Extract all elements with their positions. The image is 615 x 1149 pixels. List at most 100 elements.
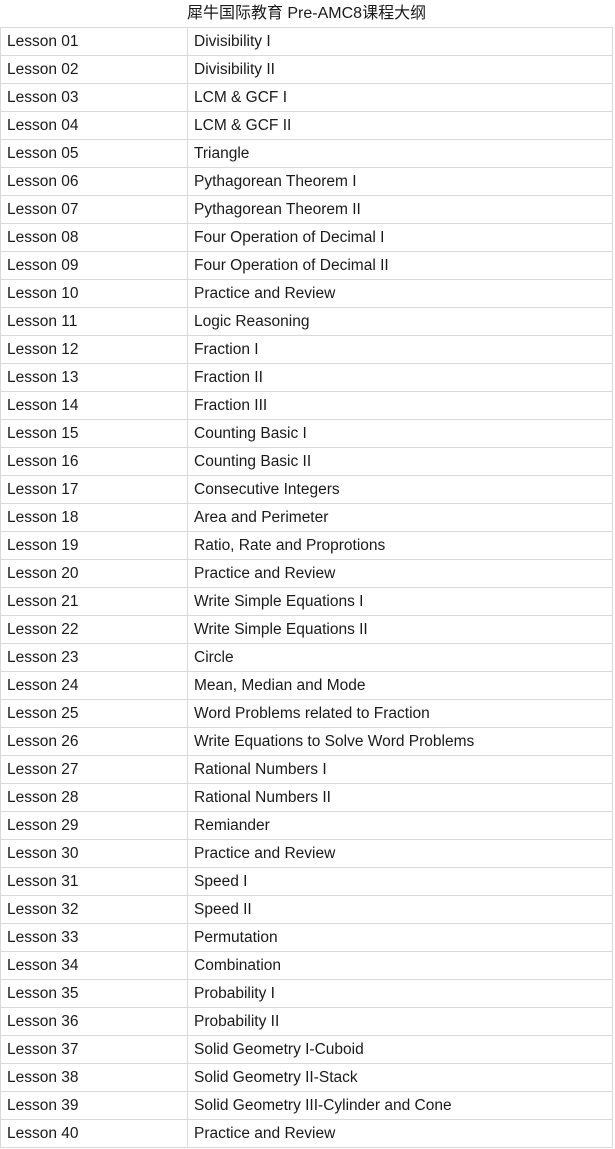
- table-row: Lesson 34 Combination: [0, 951, 614, 980]
- table-row: Lesson 30 Practice and Review: [0, 839, 614, 868]
- table-row: Lesson 12 Fraction I: [0, 335, 614, 364]
- table-row: Lesson 15 Counting Basic I: [0, 419, 614, 448]
- lesson-topic-cell: Counting Basic I: [186, 419, 614, 448]
- lesson-number-cell: Lesson 35: [0, 979, 188, 1008]
- lesson-topic-cell: LCM & GCF I: [186, 83, 614, 112]
- lesson-topic-cell: Rational Numbers I: [186, 755, 614, 784]
- table-row: Lesson 28 Rational Numbers II: [0, 783, 614, 812]
- lesson-topic-cell: Solid Geometry III-Cylinder and Cone: [186, 1091, 614, 1120]
- lesson-number-cell: Lesson 36: [0, 1007, 188, 1036]
- table-row: Lesson 02 Divisibility II: [0, 55, 614, 84]
- lesson-topic-cell: Practice and Review: [186, 559, 614, 588]
- table-row: Lesson 24 Mean, Median and Mode: [0, 671, 614, 700]
- lesson-topic-cell: Rational Numbers II: [186, 783, 614, 812]
- lesson-number-cell: Lesson 04: [0, 111, 188, 140]
- lesson-topic-cell: Four Operation of Decimal II: [186, 251, 614, 280]
- lesson-topic-cell: Area and Perimeter: [186, 503, 614, 532]
- lesson-topic-cell: Practice and Review: [186, 279, 614, 308]
- lesson-topic-cell: Speed II: [186, 895, 614, 924]
- lesson-number-cell: Lesson 19: [0, 531, 188, 560]
- table-row: Lesson 29 Remiander: [0, 811, 614, 840]
- lesson-number-cell: Lesson 39: [0, 1091, 188, 1120]
- lesson-number-cell: Lesson 15: [0, 419, 188, 448]
- table-row: Lesson 36 Probability II: [0, 1007, 614, 1036]
- table-row: Lesson 20 Practice and Review: [0, 559, 614, 588]
- lesson-topic-cell: Logic Reasoning: [186, 307, 614, 336]
- lesson-topic-cell: Permutation: [186, 923, 614, 952]
- table-row: Lesson 35 Probability I: [0, 979, 614, 1008]
- table-row: Lesson 27 Rational Numbers I: [0, 755, 614, 784]
- lesson-number-cell: Lesson 10: [0, 279, 188, 308]
- lesson-topic-cell: LCM & GCF II: [186, 111, 614, 140]
- lesson-topic-cell: Solid Geometry II-Stack: [186, 1063, 614, 1092]
- table-row: Lesson 17 Consecutive Integers: [0, 475, 614, 504]
- lesson-number-cell: Lesson 30: [0, 839, 188, 868]
- lesson-number-cell: Lesson 03: [0, 83, 188, 112]
- lesson-topic-cell: Fraction I: [186, 335, 614, 364]
- lesson-topic-cell: Word Problems related to Fraction: [186, 699, 614, 728]
- lesson-number-cell: Lesson 23: [0, 643, 188, 672]
- lesson-topic-cell: Ratio, Rate and Proprotions: [186, 531, 614, 560]
- table-row: Lesson 09 Four Operation of Decimal II: [0, 251, 614, 280]
- lesson-topic-cell: Write Simple Equations II: [186, 615, 614, 644]
- lesson-topic-cell: Triangle: [186, 139, 614, 168]
- lesson-number-cell: Lesson 31: [0, 867, 188, 896]
- lesson-number-cell: Lesson 17: [0, 475, 188, 504]
- table-row: Lesson 01 Divisibility I: [0, 27, 614, 56]
- lesson-topic-cell: Speed I: [186, 867, 614, 896]
- lesson-topic-cell: Counting Basic II: [186, 447, 614, 476]
- lesson-number-cell: Lesson 05: [0, 139, 188, 168]
- lesson-topic-cell: Pythagorean Theorem II: [186, 195, 614, 224]
- lesson-number-cell: Lesson 01: [0, 27, 188, 56]
- table-row: Lesson 08 Four Operation of Decimal I: [0, 223, 614, 252]
- lesson-topic-cell: Probability I: [186, 979, 614, 1008]
- lesson-number-cell: Lesson 16: [0, 447, 188, 476]
- table-row: Lesson 23 Circle: [0, 643, 614, 672]
- page-title: 犀牛国际教育 Pre-AMC8课程大纲: [0, 0, 614, 28]
- table-row: Lesson 32 Speed II: [0, 895, 614, 924]
- table-row: Lesson 37 Solid Geometry I-Cuboid: [0, 1035, 614, 1064]
- lesson-topic-cell: Write Equations to Solve Word Problems: [186, 727, 614, 756]
- table-row: Lesson 25 Word Problems related to Fracti…: [0, 699, 614, 728]
- lesson-topic-cell: Solid Geometry I-Cuboid: [186, 1035, 614, 1064]
- lesson-number-cell: Lesson 07: [0, 195, 188, 224]
- table-row: Lesson 04 LCM & GCF II: [0, 111, 614, 140]
- lesson-number-cell: Lesson 11: [0, 307, 188, 336]
- lesson-topic-cell: Pythagorean Theorem I: [186, 167, 614, 196]
- table-row: Lesson 31 Speed I: [0, 867, 614, 896]
- table-row: Lesson 18 Area and Perimeter: [0, 503, 614, 532]
- lesson-number-cell: Lesson 12: [0, 335, 188, 364]
- lesson-topic-cell: Practice and Review: [186, 1119, 614, 1148]
- syllabus-title-row: 犀牛国际教育 Pre-AMC8课程大纲: [0, 0, 614, 28]
- lesson-number-cell: Lesson 02: [0, 55, 188, 84]
- lesson-number-cell: Lesson 34: [0, 951, 188, 980]
- lesson-number-cell: Lesson 09: [0, 251, 188, 280]
- lesson-number-cell: Lesson 25: [0, 699, 188, 728]
- lesson-number-cell: Lesson 06: [0, 167, 188, 196]
- lesson-number-cell: Lesson 37: [0, 1035, 188, 1064]
- table-row: Lesson 11 Logic Reasoning: [0, 307, 614, 336]
- lesson-topic-cell: Fraction II: [186, 363, 614, 392]
- lesson-number-cell: Lesson 27: [0, 755, 188, 784]
- table-row: Lesson 33 Permutation: [0, 923, 614, 952]
- lesson-number-cell: Lesson 32: [0, 895, 188, 924]
- lesson-number-cell: Lesson 13: [0, 363, 188, 392]
- table-row: Lesson 21 Write Simple Equations I: [0, 587, 614, 616]
- lesson-topic-cell: Remiander: [186, 811, 614, 840]
- table-row: Lesson 06 Pythagorean Theorem I: [0, 167, 614, 196]
- lesson-number-cell: Lesson 40: [0, 1119, 188, 1148]
- lesson-topic-cell: Combination: [186, 951, 614, 980]
- table-row: Lesson 40 Practice and Review: [0, 1119, 614, 1148]
- course-syllabus-table: 犀牛国际教育 Pre-AMC8课程大纲 Lesson 01 Divisibilit…: [0, 0, 614, 1148]
- table-row: Lesson 07 Pythagorean Theorem II: [0, 195, 614, 224]
- lesson-number-cell: Lesson 21: [0, 587, 188, 616]
- table-row: Lesson 38 Solid Geometry II-Stack: [0, 1063, 614, 1092]
- lesson-number-cell: Lesson 20: [0, 559, 188, 588]
- lesson-number-cell: Lesson 18: [0, 503, 188, 532]
- lesson-topic-cell: Divisibility I: [186, 27, 614, 56]
- lesson-number-cell: Lesson 22: [0, 615, 188, 644]
- lesson-topic-cell: Consecutive Integers: [186, 475, 614, 504]
- lesson-topic-cell: Probability II: [186, 1007, 614, 1036]
- lesson-number-cell: Lesson 24: [0, 671, 188, 700]
- table-row: Lesson 19 Ratio, Rate and Proprotions: [0, 531, 614, 560]
